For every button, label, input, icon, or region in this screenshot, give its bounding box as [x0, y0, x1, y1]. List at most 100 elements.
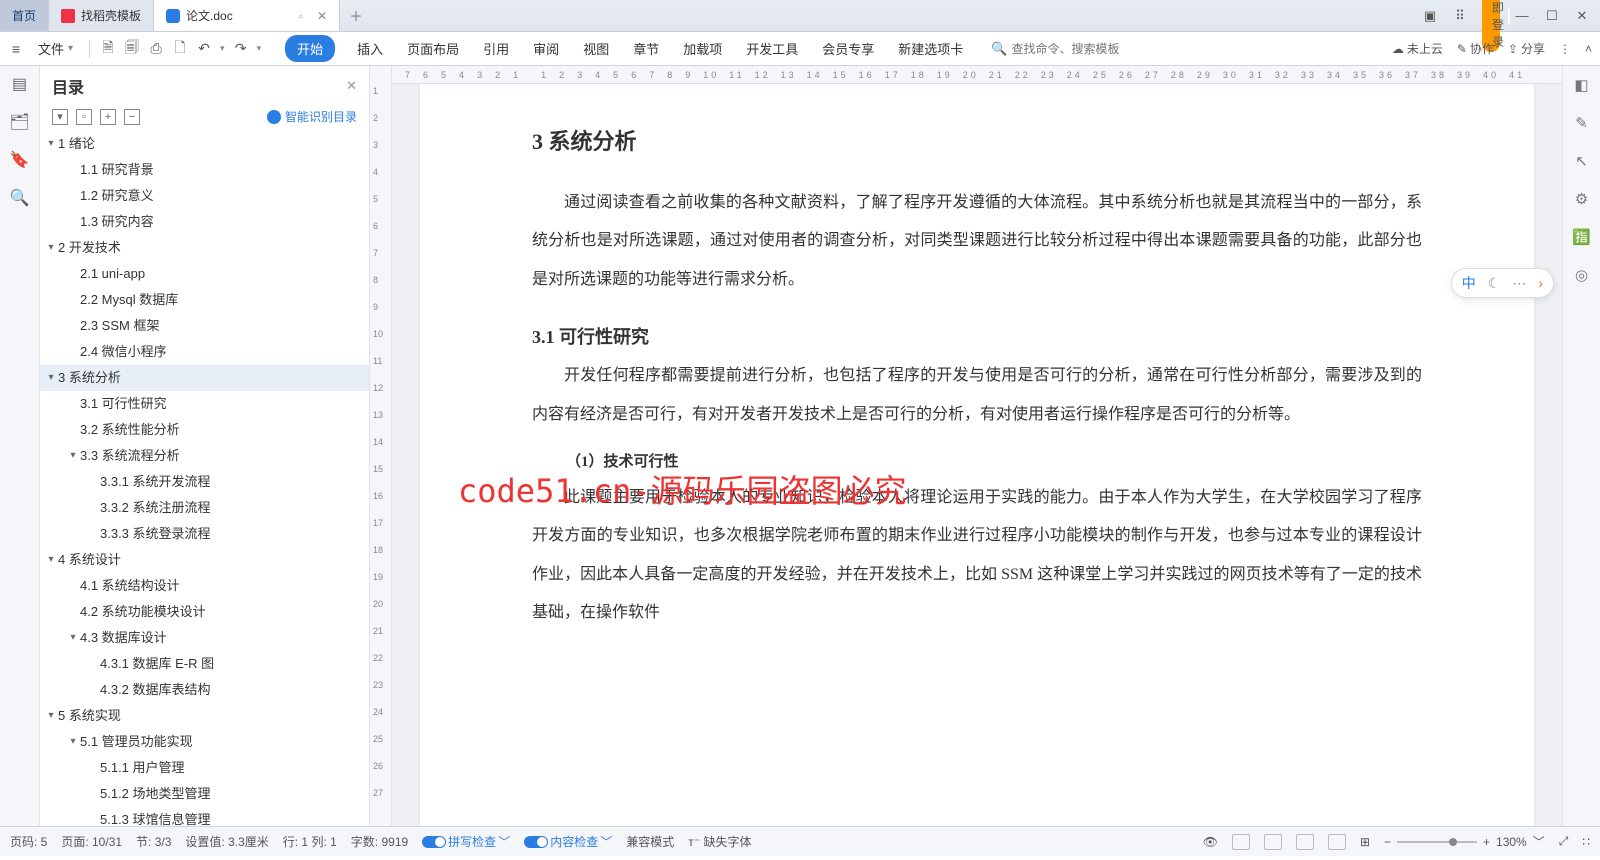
apps-icon[interactable]: ⠿ [1452, 8, 1468, 24]
cloud-status[interactable]: ☁未上云 [1392, 40, 1443, 57]
maximize-icon[interactable]: ☐ [1544, 8, 1560, 24]
tab-close-icon[interactable]: ✕ [317, 9, 327, 23]
status-pages[interactable]: 页面: 10/31 [61, 833, 122, 850]
contentcheck-toggle[interactable]: 内容检查 ﹀ [524, 833, 612, 850]
tab-document[interactable]: 论文.doc▫✕ [154, 0, 340, 31]
expand-icon[interactable]: ˄ [1585, 42, 1592, 56]
pen-icon[interactable]: ✎ [1573, 114, 1591, 132]
ribbon-tab-2[interactable]: 页面布局 [405, 35, 461, 62]
ribbon-tab-3[interactable]: 引用 [481, 35, 511, 62]
tab-add[interactable]: ＋ [340, 0, 372, 31]
lang-cn-icon[interactable]: 中 [1462, 273, 1476, 293]
collab-button[interactable]: ✎协作 [1457, 40, 1494, 57]
toc-item[interactable]: ▾4 系统设计 [40, 547, 369, 573]
ribbon-tab-7[interactable]: 加载项 [681, 35, 724, 62]
toc-item[interactable]: 4.3.1 数据库 E-R 图 [40, 651, 369, 677]
more-icon[interactable]: ⋮ [1559, 42, 1571, 56]
settings-icon[interactable]: ⚙ [1573, 190, 1591, 208]
toc-item[interactable]: 3.2 系统性能分析 [40, 417, 369, 443]
close-icon[interactable]: ✕ [1574, 8, 1590, 24]
statusbar-more-icon[interactable]: ∷ [1582, 835, 1590, 849]
ribbon-tab-6[interactable]: 章节 [631, 35, 661, 62]
status-words[interactable]: 字数: 9919 [351, 833, 408, 850]
share-button[interactable]: ⇪分享 [1508, 40, 1545, 57]
ribbon-tab-4[interactable]: 审阅 [531, 35, 561, 62]
menu-icon[interactable]: ≡ [8, 41, 24, 57]
toc-item[interactable]: 1.1 研究背景 [40, 157, 369, 183]
more-tools-icon[interactable]: ⋯ [1512, 275, 1526, 292]
view-mode-3[interactable] [1296, 834, 1314, 850]
undo-icon[interactable]: ↶ [196, 41, 212, 57]
toc-item[interactable]: 5.1.1 用户管理 [40, 755, 369, 781]
tab-menu-icon[interactable]: ▫ [299, 9, 303, 23]
toc-item[interactable]: ▾2 开发技术 [40, 235, 369, 261]
print-icon[interactable]: ⎙ [148, 41, 164, 57]
ribbon-tab-1[interactable]: 插入 [355, 35, 385, 62]
cursor-icon[interactable]: ↖ [1573, 152, 1591, 170]
compat-mode[interactable]: 兼容模式 [626, 833, 674, 850]
toc-item[interactable]: ▾3.3 系统流程分析 [40, 443, 369, 469]
toc-smart[interactable]: 智能识别目录 [267, 108, 357, 125]
translate-icon[interactable]: 🈯 [1573, 228, 1591, 246]
view-mode-4[interactable] [1328, 834, 1346, 850]
toc-item[interactable]: 3.3.3 系统登录流程 [40, 521, 369, 547]
toc-item[interactable]: 4.3.2 数据库表结构 [40, 677, 369, 703]
file-menu[interactable]: 文件 ▾ [32, 37, 79, 60]
toc-item[interactable]: 1.2 研究意义 [40, 183, 369, 209]
toc-item[interactable]: 2.3 SSM 框架 [40, 313, 369, 339]
preview-icon[interactable]: 🗋 [172, 41, 188, 57]
saveas-icon[interactable]: 🗐 [124, 41, 140, 57]
page[interactable]: 3 系统分析 通过阅读查看之前收集的各种文献资料，了解了程序开发遵循的大体流程。… [420, 84, 1534, 826]
collapse-right-icon[interactable]: › [1538, 275, 1543, 291]
ribbon-tab-5[interactable]: 视图 [581, 35, 611, 62]
fullscreen-icon[interactable]: ⤢ [1559, 834, 1569, 849]
zoom-slider[interactable] [1397, 841, 1477, 843]
toc-remove-icon[interactable]: − [124, 109, 140, 125]
toc-item[interactable]: ▾5.1 管理员功能实现 [40, 729, 369, 755]
toc-item[interactable]: 4.2 系统功能模块设计 [40, 599, 369, 625]
toc-item[interactable]: 3.3.2 系统注册流程 [40, 495, 369, 521]
toc-item[interactable]: 2.4 微信小程序 [40, 339, 369, 365]
eye-icon[interactable]: 👁 [1203, 835, 1218, 849]
tab-template[interactable]: 找稻壳模板 [49, 0, 154, 31]
zoom-out-icon[interactable]: − [1384, 835, 1391, 849]
toc-item[interactable]: 4.1 系统结构设计 [40, 573, 369, 599]
ruler-icon[interactable]: ⊞ [1360, 835, 1370, 849]
command-search[interactable]: 🔍 [991, 41, 1151, 57]
redo-icon[interactable]: ↷ [233, 41, 249, 57]
zoom-control[interactable]: − + 130% ﹀ [1384, 833, 1545, 850]
toc-item[interactable]: 1.3 研究内容 [40, 209, 369, 235]
toc-item[interactable]: 5.1.3 球馆信息管理 [40, 807, 369, 826]
layers-icon[interactable]: 🗂 [10, 112, 30, 132]
ribbon-tab-0[interactable]: 开始 [285, 35, 335, 62]
zoom-value[interactable]: 130% [1496, 835, 1527, 849]
search-input[interactable] [1011, 42, 1151, 56]
toc-item[interactable]: 5.1.2 场地类型管理 [40, 781, 369, 807]
outline-icon[interactable]: ▤ [10, 74, 30, 94]
tab-home[interactable]: 首页 [0, 0, 49, 31]
ribbon-tab-10[interactable]: 新建选项卡 [896, 35, 965, 62]
toc-expand-icon[interactable]: ▫ [76, 109, 92, 125]
missing-fonts[interactable]: ᴛ⁻ 缺失字体 [688, 833, 751, 850]
night-icon[interactable]: ☾ [1488, 275, 1501, 292]
bookmark-icon[interactable]: 🔖 [10, 150, 30, 170]
toc-item[interactable]: 3.3.1 系统开发流程 [40, 469, 369, 495]
toc-item[interactable]: 2.2 Mysql 数据库 [40, 287, 369, 313]
toc-item[interactable]: ▾5 系统实现 [40, 703, 369, 729]
layout-icon[interactable]: ▣ [1422, 8, 1438, 24]
toc-add-icon[interactable]: + [100, 109, 116, 125]
status-page[interactable]: 页码: 5 [10, 833, 47, 850]
location-icon[interactable]: ◎ [1573, 266, 1591, 284]
toc-item[interactable]: 3.1 可行性研究 [40, 391, 369, 417]
toc-item[interactable]: ▾4.3 数据库设计 [40, 625, 369, 651]
toggle-pane-icon[interactable]: ◧ [1573, 76, 1591, 94]
save-icon[interactable]: 🗎 [100, 41, 116, 57]
ribbon-tab-9[interactable]: 会员专享 [820, 35, 876, 62]
minimize-icon[interactable]: — [1514, 8, 1530, 23]
toc-item[interactable]: ▾1 绪论 [40, 131, 369, 157]
toc-close-icon[interactable]: ✕ [346, 78, 357, 94]
zoom-in-icon[interactable]: + [1483, 835, 1490, 849]
toc-item[interactable]: ▾3 系统分析 [40, 365, 369, 391]
view-mode-2[interactable] [1264, 834, 1282, 850]
find-icon[interactable]: 🔍 [10, 188, 30, 208]
